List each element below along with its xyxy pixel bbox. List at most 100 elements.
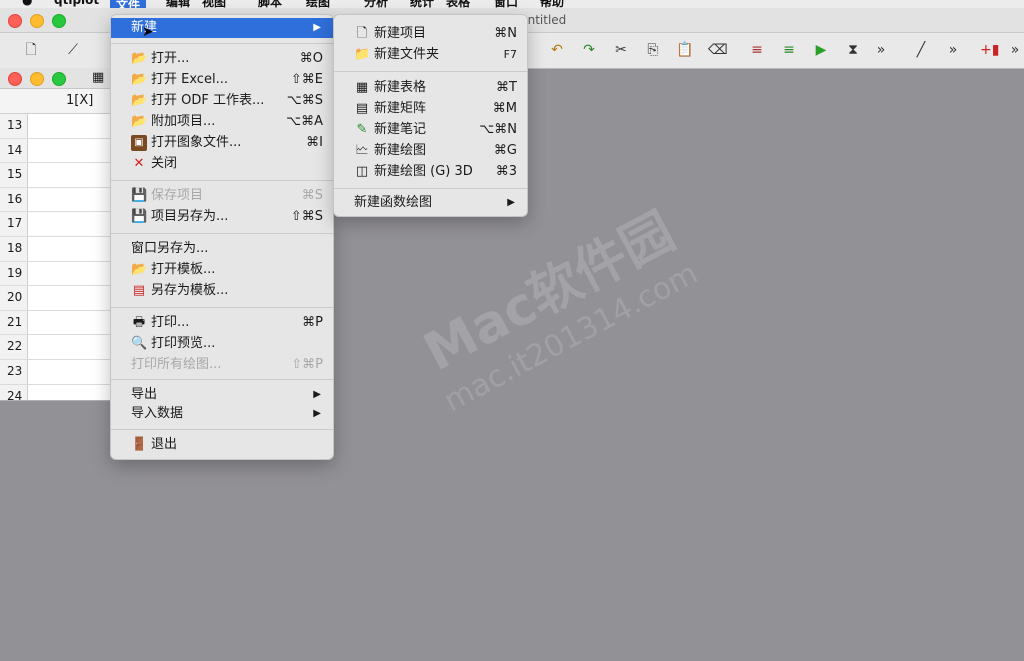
table-row[interactable]: 23 <box>0 359 112 385</box>
insert-column-icon[interactable]: ≡ <box>780 41 798 59</box>
table-row[interactable]: 16 <box>0 187 112 213</box>
menu-item-label: 导出 <box>131 387 158 402</box>
open-folder-icon: 📂 <box>131 51 148 66</box>
table-row[interactable]: 17 <box>0 212 112 237</box>
menubar-table[interactable]: 表格 <box>446 0 470 8</box>
new-document-icon[interactable]: 🗋 <box>22 41 40 59</box>
table-row[interactable]: 22 <box>0 335 112 360</box>
menubar-analysis[interactable]: 分析 <box>364 0 388 8</box>
table-row[interactable]: 13 <box>0 114 112 139</box>
menu-item-print[interactable]: 🖶 打印... ⌘P <box>111 313 333 333</box>
menu-item-open[interactable]: 📂 打开... ⌘O <box>111 49 333 69</box>
more-chevron-icon[interactable]: » <box>1006 41 1024 59</box>
menu-item-new-table[interactable]: ▦ 新建表格 ⌘T <box>334 78 527 98</box>
menu-item-label: 打开模板... <box>151 262 216 277</box>
row-number: 21 <box>0 310 28 335</box>
menu-item-close[interactable]: ✕ 关闭 <box>111 154 333 174</box>
menu-item-new-note[interactable]: ✎ 新建笔记 ⌥⌘N <box>334 120 527 140</box>
submenu-arrow-icon: ▶ <box>313 408 321 419</box>
menu-item-new-project[interactable]: 🗋 新建项目 ⌘N <box>334 24 527 44</box>
line-tool-icon[interactable]: ╱ <box>912 41 930 59</box>
save-as-icon: 💾 <box>131 209 148 224</box>
menu-item-save-project[interactable]: 💾 保存项目 ⌘S <box>111 186 333 206</box>
close-window-button[interactable] <box>8 72 22 86</box>
menubar-script[interactable]: 脚本 <box>258 0 282 8</box>
table-row[interactable]: 18 <box>0 236 112 262</box>
minimize-window-button[interactable] <box>30 72 44 86</box>
zoom-window-button[interactable] <box>52 14 66 28</box>
menu-item-append-project[interactable]: 📂 附加项目... ⌥⌘A <box>111 112 333 132</box>
table-row[interactable]: 21 <box>0 310 112 336</box>
minimize-window-button[interactable] <box>30 14 44 28</box>
close-window-button[interactable] <box>8 14 22 28</box>
menubar-statistics[interactable]: 统计 <box>410 0 434 8</box>
close-x-icon: ✕ <box>133 156 145 171</box>
menu-item-open-image[interactable]: ▣ 打开图象文件... ⌘I <box>111 133 333 153</box>
paste-icon[interactable]: 📋 <box>676 41 694 59</box>
delete-icon[interactable]: ⌫ <box>708 41 728 59</box>
menubar-view[interactable]: 视图 <box>202 0 226 8</box>
menu-bar: ● qtiplot 文件 编辑 视图 脚本 绘图 分析 统计 表格 窗口 帮助 <box>0 0 1024 8</box>
new-matrix-icon: ▤ <box>355 101 369 116</box>
menubar-window[interactable]: 窗口 <box>494 0 518 8</box>
run-icon[interactable]: ▶ <box>812 41 830 59</box>
apple-menu-icon[interactable]: ● <box>22 0 32 7</box>
row-number: 23 <box>0 359 28 384</box>
append-project-icon: 📂 <box>131 114 148 129</box>
menubar-app-name[interactable]: qtiplot <box>54 0 99 7</box>
menubar-edit[interactable]: 编辑 <box>166 0 190 8</box>
table-row[interactable]: 20 <box>0 286 112 311</box>
row-number: 18 <box>0 236 28 261</box>
insert-row-icon[interactable]: ≡ <box>748 41 766 59</box>
menu-item-shortcut: F7 <box>503 48 517 61</box>
menu-item-label: 打开 Excel... <box>151 72 228 87</box>
table-row[interactable]: 14 <box>0 138 112 164</box>
table-row[interactable]: 19 <box>0 261 112 287</box>
plot-curve-icon[interactable]: ⟋ <box>64 41 82 59</box>
menu-item-new-plot[interactable]: 🗠 新建绘图 ⌘G <box>334 141 527 161</box>
menu-item-open-excel[interactable]: 📂 打开 Excel... ⇧⌘E <box>111 70 333 90</box>
menu-item-export[interactable]: 导出 ▶ <box>111 385 333 405</box>
hourglass-icon[interactable]: ⧗ <box>844 41 862 59</box>
menu-item-open-template[interactable]: 📂 打开模板... <box>111 260 333 280</box>
table-row[interactable]: 24 <box>0 384 112 400</box>
menubar-file[interactable]: 文件 <box>110 0 147 8</box>
menu-item-label: 另存为模板... <box>151 283 229 298</box>
open-excel-icon: 📂 <box>131 72 148 87</box>
menu-item-quit[interactable]: 🚪 退出 <box>111 435 333 455</box>
undo-icon[interactable]: ↶ <box>548 41 566 59</box>
menu-item-save-window-as[interactable]: 窗口另存为... <box>111 239 333 259</box>
menu-item-shortcut: ⇧⌘E <box>290 72 323 87</box>
menubar-plot[interactable]: 绘图 <box>306 0 330 8</box>
table-titlebar: ▦ <box>0 68 112 89</box>
table-row[interactable]: 15 <box>0 163 112 188</box>
menubar-help[interactable]: 帮助 <box>540 0 564 8</box>
new-document-icon: 🗋 <box>356 26 368 41</box>
menu-item-print-preview[interactable]: 🔍 打印预览... <box>111 334 333 354</box>
menu-item-print-all-plots[interactable]: 打印所有绘图... ⇧⌘P <box>111 355 333 375</box>
print-preview-icon: 🔍 <box>131 336 148 351</box>
menu-item-new-matrix[interactable]: ▤ 新建矩阵 ⌘M <box>334 99 527 119</box>
menu-item-shortcut: ⇧⌘S <box>290 209 323 224</box>
zoom-window-button[interactable] <box>52 72 66 86</box>
submenu-arrow-icon: ▶ <box>507 197 515 208</box>
menu-item-label: 新建绘图 (G) 3D <box>374 164 473 179</box>
menu-item-new-folder[interactable]: 📁 新建文件夹 F7 <box>334 45 527 65</box>
copy-icon[interactable]: ⎘ <box>644 41 662 59</box>
menu-item-label: 打印所有绘图... <box>131 357 222 372</box>
menu-item-save-project-as[interactable]: 💾 项目另存为... ⇧⌘S <box>111 207 333 227</box>
menu-item-new-function-plot[interactable]: 新建函数绘图 ▶ <box>334 193 527 213</box>
menu-item-label: 窗口另存为... <box>131 241 209 256</box>
menu-item-shortcut: ⌥⌘A <box>286 114 323 129</box>
redo-icon[interactable]: ↷ <box>580 41 598 59</box>
cut-icon[interactable]: ✂ <box>612 41 630 59</box>
column-header[interactable]: 1[X] <box>0 89 112 114</box>
menu-item-new-plot-3d[interactable]: ◫ 新建绘图 (G) 3D ⌘3 <box>334 162 527 182</box>
table-rows: 13 14 15 16 17 18 19 20 21 22 23 24 <box>0 114 112 400</box>
menu-item-open-odf[interactable]: 📂 打开 ODF 工作表... ⌥⌘S <box>111 91 333 111</box>
menu-item-save-as-template[interactable]: ▤ 另存为模板... <box>111 281 333 301</box>
add-layer-icon[interactable]: +▮ <box>980 41 999 59</box>
more-chevron-icon[interactable]: » <box>944 41 962 59</box>
more-chevron-icon[interactable]: » <box>872 41 890 59</box>
menu-item-import-data[interactable]: 导入数据 ▶ <box>111 404 333 424</box>
